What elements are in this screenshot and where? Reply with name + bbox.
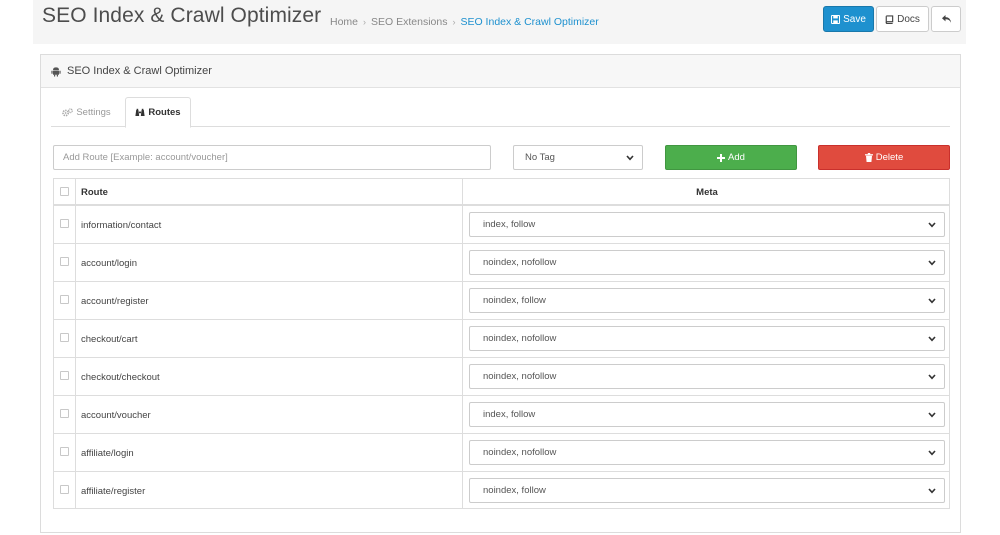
meta-select-value: noindex, nofollow — [483, 333, 557, 344]
delete-route-label: Delete — [875, 152, 904, 163]
row-checkbox[interactable] — [60, 371, 69, 380]
table-row: account/register noindex, follow — [54, 282, 949, 320]
tab-routes[interactable]: Routes — [125, 97, 191, 128]
table-row: account/login noindex, nofollow — [54, 244, 949, 282]
route-cell: information/contact — [81, 219, 162, 231]
route-input-placeholder: Add Route [Example: account/voucher] — [63, 152, 228, 163]
chevron-down-icon — [928, 222, 936, 228]
tag-select[interactable]: No Tag — [513, 145, 643, 170]
trash-icon — [864, 153, 873, 162]
save-button[interactable]: Save — [823, 6, 874, 32]
meta-select-value: noindex, nofollow — [483, 257, 557, 268]
route-cell: account/login — [81, 257, 137, 269]
row-checkbox[interactable] — [60, 333, 69, 342]
meta-select[interactable]: noindex, follow — [469, 288, 945, 313]
table-row: affiliate/register noindex, follow — [54, 472, 949, 510]
table-body: information/contact index, follow accoun… — [54, 206, 949, 509]
docs-label: Docs — [897, 13, 920, 25]
chevron-down-icon — [626, 155, 634, 161]
route-cell: checkout/cart — [81, 333, 138, 345]
meta-select[interactable]: noindex, nofollow — [469, 440, 945, 465]
reply-icon — [941, 14, 952, 24]
page-title: SEO Index & Crawl Optimizer — [42, 4, 322, 27]
android-icon — [51, 66, 61, 77]
meta-select-value: noindex, nofollow — [483, 447, 557, 458]
row-checkbox[interactable] — [60, 219, 69, 228]
main-panel: SEO Index & Crawl Optimizer Settings Rou… — [40, 54, 961, 533]
tab-routes-label: Routes — [148, 107, 181, 118]
meta-select-value: index, follow — [483, 409, 536, 420]
route-cell: account/voucher — [81, 409, 151, 421]
delete-route-button[interactable]: Delete — [818, 145, 950, 170]
route-cell: affiliate/register — [81, 485, 146, 497]
chevron-down-icon — [928, 450, 936, 456]
table-row: checkout/checkout noindex, nofollow — [54, 358, 949, 396]
back-button[interactable] — [931, 6, 961, 32]
chevron-down-icon — [928, 260, 936, 266]
select-all-checkbox[interactable] — [60, 187, 69, 196]
breadcrumb: Home › SEO Extensions › SEO Index & Crawl Op… — [330, 16, 599, 28]
meta-select-value: index, follow — [483, 219, 536, 230]
table-header: Route Meta — [54, 179, 949, 206]
routes-table: Route Meta information/contact index, fo… — [53, 178, 950, 509]
table-row: affiliate/login noindex, nofollow — [54, 434, 949, 472]
panel-heading: SEO Index & Crawl Optimizer — [41, 55, 960, 88]
breadcrumb-seo-extensions[interactable]: SEO Extensions — [371, 16, 447, 28]
tab-settings-label: Settings — [76, 106, 111, 118]
cogs-icon — [62, 107, 74, 117]
save-icon — [831, 14, 841, 24]
meta-select[interactable]: noindex, nofollow — [469, 364, 945, 389]
row-checkbox[interactable] — [60, 409, 69, 418]
meta-select[interactable]: noindex, nofollow — [469, 326, 945, 351]
tab-bar: Settings Routes — [51, 97, 950, 128]
route-input[interactable]: Add Route [Example: account/voucher] — [53, 145, 491, 170]
route-cell: checkout/checkout — [81, 371, 160, 383]
chevron-down-icon — [928, 374, 936, 380]
chevron-down-icon — [928, 488, 936, 494]
meta-select[interactable]: index, follow — [469, 212, 945, 237]
chevron-down-icon — [928, 298, 936, 304]
book-icon — [885, 14, 894, 24]
meta-select-value: noindex, nofollow — [483, 371, 557, 382]
breadcrumb-home[interactable]: Home — [330, 16, 358, 28]
table-row: information/contact index, follow — [54, 206, 949, 244]
meta-select[interactable]: noindex, follow — [469, 478, 945, 503]
meta-column-header: Meta — [696, 187, 718, 198]
breadcrumb-separator: › — [363, 17, 367, 27]
page-header: SEO Index & Crawl Optimizer Home › SEO Ext… — [33, 0, 966, 44]
meta-select[interactable]: index, follow — [469, 402, 945, 427]
row-checkbox[interactable] — [60, 485, 69, 494]
table-row: checkout/cart noindex, nofollow — [54, 320, 949, 358]
chevron-down-icon — [928, 336, 936, 342]
add-route-label: Add — [728, 152, 745, 163]
row-checkbox[interactable] — [60, 257, 69, 266]
plus-icon — [717, 153, 726, 162]
row-checkbox[interactable] — [60, 447, 69, 456]
route-column-header: Route — [81, 187, 108, 198]
tag-select-value: No Tag — [525, 152, 555, 163]
route-cell: account/register — [81, 295, 149, 307]
add-route-button[interactable]: Add — [665, 145, 797, 170]
tab-settings[interactable]: Settings — [51, 97, 122, 127]
panel-title: SEO Index & Crawl Optimizer — [67, 65, 212, 77]
meta-select[interactable]: noindex, nofollow — [469, 250, 945, 275]
docs-button[interactable]: Docs — [876, 6, 929, 32]
meta-select-value: noindex, follow — [483, 295, 546, 306]
route-cell: affiliate/login — [81, 447, 134, 459]
chevron-down-icon — [928, 412, 936, 418]
table-row: account/voucher index, follow — [54, 396, 949, 434]
binoculars-icon — [135, 108, 145, 117]
save-label: Save — [843, 13, 866, 25]
breadcrumb-separator: › — [452, 17, 456, 27]
meta-select-value: noindex, follow — [483, 485, 546, 496]
row-checkbox[interactable] — [60, 295, 69, 304]
breadcrumb-current[interactable]: SEO Index & Crawl Optimizer — [460, 16, 598, 28]
